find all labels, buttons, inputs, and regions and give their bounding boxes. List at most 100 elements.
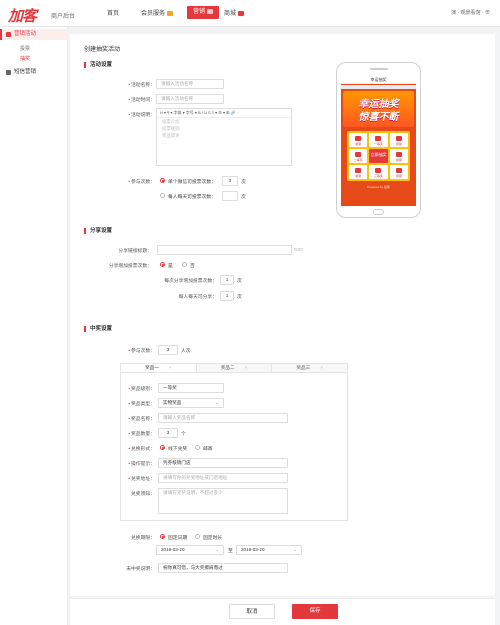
tab-label: 奖品一 [145, 365, 159, 370]
per-wechat-label: 单个微信可投票次数： [168, 180, 216, 185]
share-yes-label: 是 [168, 264, 173, 269]
section-prize: 中奖设置 [84, 326, 112, 332]
share-bonus-label: 分享增加投票次数： [108, 264, 152, 269]
editor-line: … [162, 140, 167, 145]
draw-button[interactable]: 立即抽奖 [369, 149, 388, 163]
share-title-counter: 0/30 [294, 247, 303, 252]
phone-speaker [370, 68, 388, 70]
per-wechat-unit: 次 [241, 180, 246, 185]
activity-time-input[interactable]: 请输入活动名称 [156, 94, 224, 104]
grid-cell: 谢谢 [389, 133, 408, 147]
tab-prize-2[interactable]: 奖品二 × [196, 364, 273, 372]
address-label: •兑奖地址： [128, 477, 155, 482]
prize-qty-unit: 个 [181, 432, 186, 437]
crown-icon [167, 10, 174, 16]
phone-preview: 幸运抽奖 幸运抽奖 惊喜不断 谢谢 一等奖 谢谢 二等奖 立即抽奖 谢谢 谢谢 … [336, 62, 421, 218]
nav-mall[interactable]: 商城 [224, 8, 245, 17]
grid-icon [207, 8, 214, 14]
redeem-label: •兑换形式： [128, 447, 155, 452]
sidebar-group-marketing[interactable]: 营销活动 [0, 29, 68, 40]
radio-fixed-duration[interactable] [195, 534, 200, 539]
prize-type-value: 实物奖品 [163, 400, 182, 405]
grid-cell: 二等奖 [349, 149, 368, 163]
rich-text-editor[interactable]: H ▾ ¶ ▾ 字体 ▾ 字号 ▾ B I U S ≡ ▾ ☰ ▾ ⊞ 🔗 投票… [156, 108, 292, 166]
nav-marketing[interactable]: 营销 [187, 6, 220, 19]
grid-cell: 三等奖 [369, 165, 388, 179]
nav-member-service[interactable]: 会员服务 [141, 8, 174, 17]
prize-type-select[interactable]: 实物奖品 ⌄ [158, 398, 224, 408]
logo[interactable]: 加客 [8, 5, 37, 26]
sidebar-group-sms[interactable]: 短信营销 [0, 67, 68, 77]
prize-name-input[interactable]: 请输入奖品名称 [158, 413, 288, 423]
prize-count-input[interactable]: 3 [158, 345, 178, 355]
notice-textarea[interactable]: 请填写兑奖说明，不超过多少 [158, 488, 288, 514]
tab-label: 奖品三 [296, 365, 311, 370]
gift-icon [395, 152, 402, 157]
activity-desc-label: •活动说明： [128, 113, 155, 118]
per-wechat-input[interactable]: 3 [222, 176, 238, 186]
hint-input[interactable]: 凭券核销门店 [158, 458, 288, 468]
date-from-input[interactable]: 2018-03-20 ⌄ [156, 545, 224, 555]
tab-prize-3[interactable]: 奖品三 × [272, 364, 348, 372]
close-icon[interactable]: × [320, 365, 323, 370]
address-input[interactable]: 请填写你的兑奖地址或门店地址 [158, 473, 288, 483]
share-title-input[interactable] [157, 245, 292, 255]
gift-icon [395, 168, 402, 173]
prize-count-unit: 人次 [181, 349, 191, 354]
date-from-value: 2018-03-20 [161, 547, 185, 552]
period-label: 兑换期限： [131, 536, 155, 541]
radio-per-day[interactable] [160, 193, 165, 198]
radio-per-wechat[interactable] [160, 178, 165, 183]
radio-share-no[interactable] [182, 262, 187, 267]
sidebar-group-label: 短信营销 [14, 69, 37, 75]
tab-prize-1[interactable]: 奖品一 × [121, 364, 197, 372]
phone-home-button [373, 209, 384, 215]
mail-redeem-label: 邮寄 [203, 447, 213, 452]
sidebar-item-vote[interactable]: 投票 [20, 45, 30, 52]
editor-toolbar[interactable]: H ▾ ¶ ▾ 字体 ▾ 字号 ▾ B I U S ≡ ▾ ☰ ▾ ⊞ 🔗 [157, 109, 291, 118]
fixed-duration-label: 固定时长 [203, 536, 223, 541]
date-to-value: 2019-03-20 [241, 547, 265, 552]
preview-header: 幸运抽奖 [341, 75, 416, 84]
page-title: 创建抽奖活动 [84, 47, 121, 53]
chevron-down-icon: ⌄ [215, 400, 219, 405]
notice-label: 兑奖须知： [131, 492, 155, 497]
radio-offline-redeem[interactable] [160, 445, 165, 450]
prize-qty-input[interactable]: 3 [158, 428, 178, 438]
grid-cell: 谢谢 [349, 165, 368, 179]
sidebar-group-label: 营销活动 [14, 31, 37, 37]
cancel-button[interactable]: 取消 [229, 604, 275, 619]
preview-url-bar [341, 85, 416, 89]
activity-name-input[interactable]: 请输入活动名称 [156, 79, 224, 89]
participation-count-label: •参与次数： [128, 180, 155, 185]
prize-qty-label: •奖品数量： [128, 432, 155, 437]
nav-home[interactable]: 首页 [107, 8, 119, 17]
per-share-input[interactable]: 1 [220, 275, 234, 285]
gift-icon [395, 136, 402, 141]
prize-level-input[interactable]: 一等奖 [158, 383, 224, 393]
radio-mail-redeem[interactable] [195, 445, 200, 450]
unwon-input[interactable]: 祝你真可惜，与大奖擦肩而过 [158, 563, 288, 573]
date-to-input[interactable]: 2019-03-20 ⌄ [236, 545, 302, 555]
daily-share-input[interactable]: 1 [220, 291, 234, 301]
phone-screen: 幸运抽奖 幸运抽奖 惊喜不断 谢谢 一等奖 谢谢 二等奖 立即抽奖 谢谢 谢谢 … [341, 75, 416, 206]
share-no-label: 否 [190, 264, 195, 269]
daily-share-label: 每人每天可分享： [178, 295, 217, 300]
sidebar-item-lottery[interactable]: 抽奖 [20, 55, 30, 62]
tab-label: 奖品二 [220, 365, 235, 370]
gift-icon [355, 152, 362, 157]
prize-count-label: •参与次数： [128, 349, 155, 354]
user-menu[interactable]: 演 · 观景看馆 · ⊕ [451, 9, 490, 16]
chevron-down-icon: ⌄ [215, 547, 219, 552]
offline-redeem-label: 线下兑奖 [168, 447, 188, 452]
prize-grid: 谢谢 一等奖 谢谢 二等奖 立即抽奖 谢谢 谢谢 三等奖 谢谢 [347, 131, 410, 181]
radio-share-yes[interactable] [160, 262, 165, 267]
unwon-label: 未中奖说明： [126, 567, 155, 572]
close-icon[interactable]: × [245, 365, 248, 370]
radio-fixed-date[interactable] [160, 534, 165, 539]
per-day-input[interactable] [222, 191, 238, 201]
save-button[interactable]: 保存 [292, 604, 338, 619]
message-icon [6, 70, 11, 75]
grid-cell: 谢谢 [389, 149, 408, 163]
close-icon[interactable]: × [169, 365, 172, 370]
